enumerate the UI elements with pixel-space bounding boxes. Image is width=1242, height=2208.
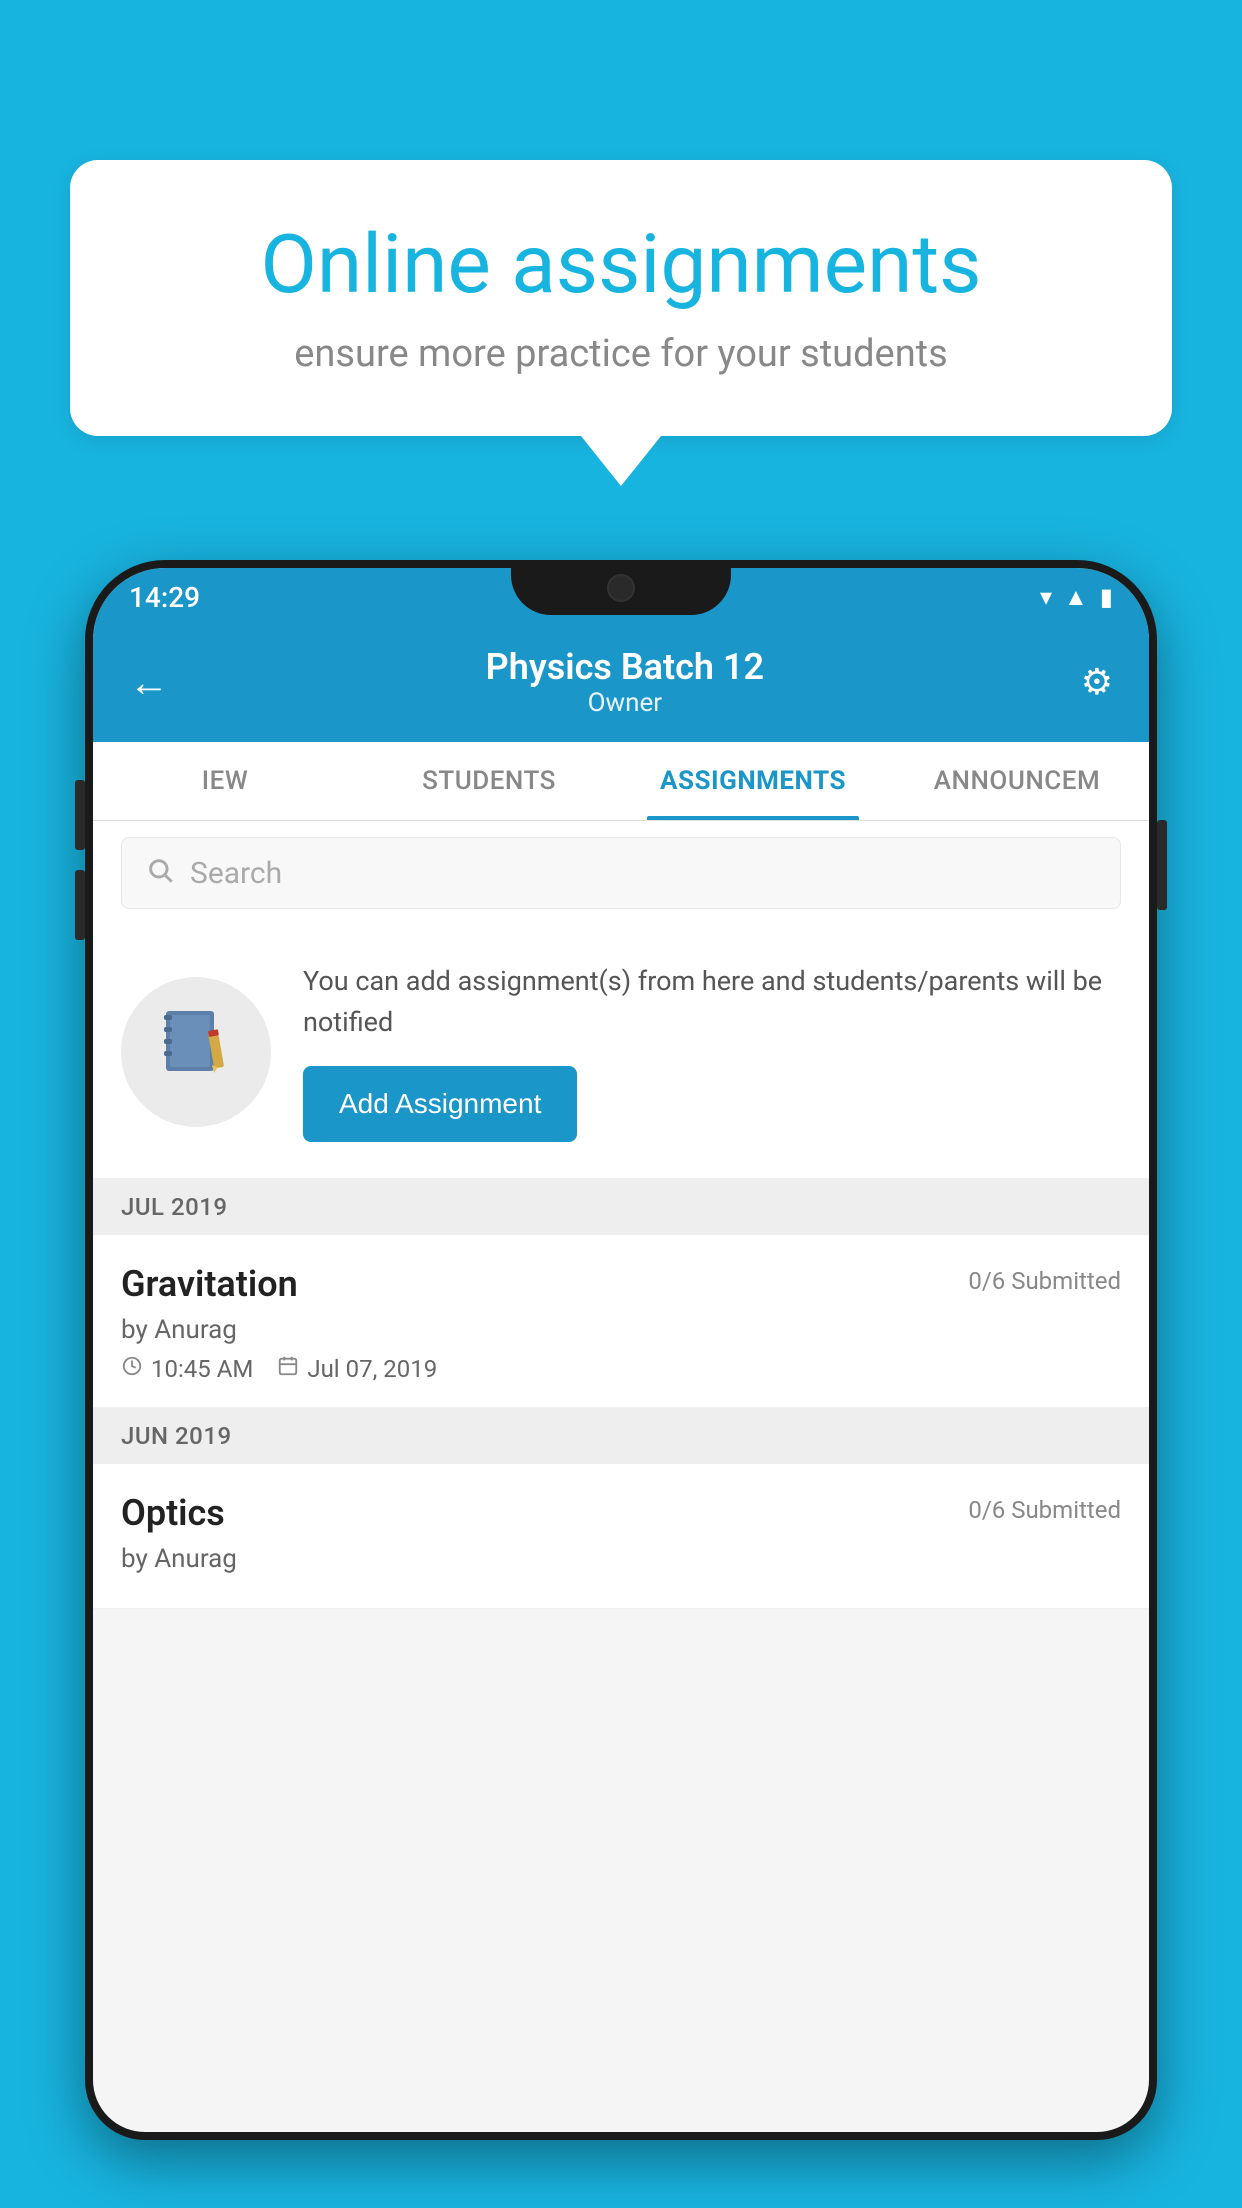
tabs-bar: IEW STUDENTS ASSIGNMENTS ANNOUNCEM	[93, 742, 1149, 821]
assignment-date-gravitation: Jul 07, 2019	[277, 1355, 437, 1383]
assignment-submitted-gravitation: 0/6 Submitted	[968, 1267, 1121, 1295]
wifi-icon: ▾	[1040, 583, 1052, 611]
status-icons: ▾ ▲ ▮	[1040, 583, 1113, 612]
calendar-icon	[277, 1355, 299, 1383]
bubble-subtitle: ensure more practice for your students	[140, 332, 1102, 376]
volume-up-button	[75, 780, 85, 850]
info-card: You can add assignment(s) from here and …	[93, 925, 1149, 1179]
assignment-name-optics: Optics	[121, 1492, 225, 1534]
assignment-top: Gravitation 0/6 Submitted	[121, 1263, 1121, 1305]
phone-notch	[511, 560, 731, 615]
search-icon	[146, 854, 174, 892]
volume-down-button	[75, 870, 85, 940]
section-header-jul: JUL 2019	[93, 1179, 1149, 1235]
header-title: Physics Batch 12	[486, 646, 764, 688]
signal-icon: ▲	[1064, 583, 1088, 612]
power-button	[1157, 820, 1167, 910]
search-input-wrap[interactable]: Search	[121, 837, 1121, 909]
add-assignment-button[interactable]: Add Assignment	[303, 1066, 577, 1142]
bubble-title: Online assignments	[140, 220, 1102, 310]
settings-icon[interactable]: ⚙	[1081, 661, 1113, 703]
speech-bubble-wrapper: Online assignments ensure more practice …	[70, 160, 1172, 486]
app-header: ← Physics Batch 12 Owner ⚙	[93, 626, 1149, 742]
speech-bubble-arrow	[581, 436, 661, 486]
assignment-by-optics: by Anurag	[121, 1544, 1121, 1574]
clock-icon	[121, 1355, 143, 1383]
header-center: Physics Batch 12 Owner	[486, 646, 764, 718]
back-button[interactable]: ←	[129, 659, 169, 706]
assignment-submitted-optics: 0/6 Submitted	[968, 1496, 1121, 1524]
phone-screen: 14:29 ▾ ▲ ▮ ← Physics Batch 12 Owner ⚙	[93, 568, 1149, 2132]
tab-iew[interactable]: IEW	[93, 742, 357, 820]
section-header-jun: JUN 2019	[93, 1408, 1149, 1464]
notebook-icon	[156, 1003, 236, 1101]
assignment-item-gravitation[interactable]: Gravitation 0/6 Submitted by Anurag 10:4…	[93, 1235, 1149, 1408]
assignment-datetime-gravitation: 10:45 AM Jul 07, 2019	[121, 1355, 1121, 1383]
info-text: You can add assignment(s) from here and …	[303, 961, 1121, 1142]
header-subtitle: Owner	[486, 688, 764, 718]
assignment-name-gravitation: Gravitation	[121, 1263, 298, 1305]
tab-students[interactable]: STUDENTS	[357, 742, 621, 820]
tab-assignments[interactable]: ASSIGNMENTS	[621, 742, 885, 820]
assignment-item-optics[interactable]: Optics 0/6 Submitted by Anurag	[93, 1464, 1149, 1609]
phone-wrapper: 14:29 ▾ ▲ ▮ ← Physics Batch 12 Owner ⚙	[85, 560, 1157, 2208]
search-placeholder: Search	[190, 856, 282, 891]
assignment-icon-circle	[121, 977, 271, 1127]
front-camera	[607, 574, 635, 602]
speech-bubble: Online assignments ensure more practice …	[70, 160, 1172, 436]
info-description: You can add assignment(s) from here and …	[303, 961, 1121, 1042]
phone-outer: 14:29 ▾ ▲ ▮ ← Physics Batch 12 Owner ⚙	[85, 560, 1157, 2140]
assignment-by-gravitation: by Anurag	[121, 1315, 1121, 1345]
assignment-top-optics: Optics 0/6 Submitted	[121, 1492, 1121, 1534]
status-time: 14:29	[129, 581, 200, 614]
search-container: Search	[93, 821, 1149, 925]
assignment-time-gravitation: 10:45 AM	[121, 1355, 253, 1383]
battery-icon: ▮	[1100, 583, 1113, 611]
tab-announcements[interactable]: ANNOUNCEM	[885, 742, 1149, 820]
